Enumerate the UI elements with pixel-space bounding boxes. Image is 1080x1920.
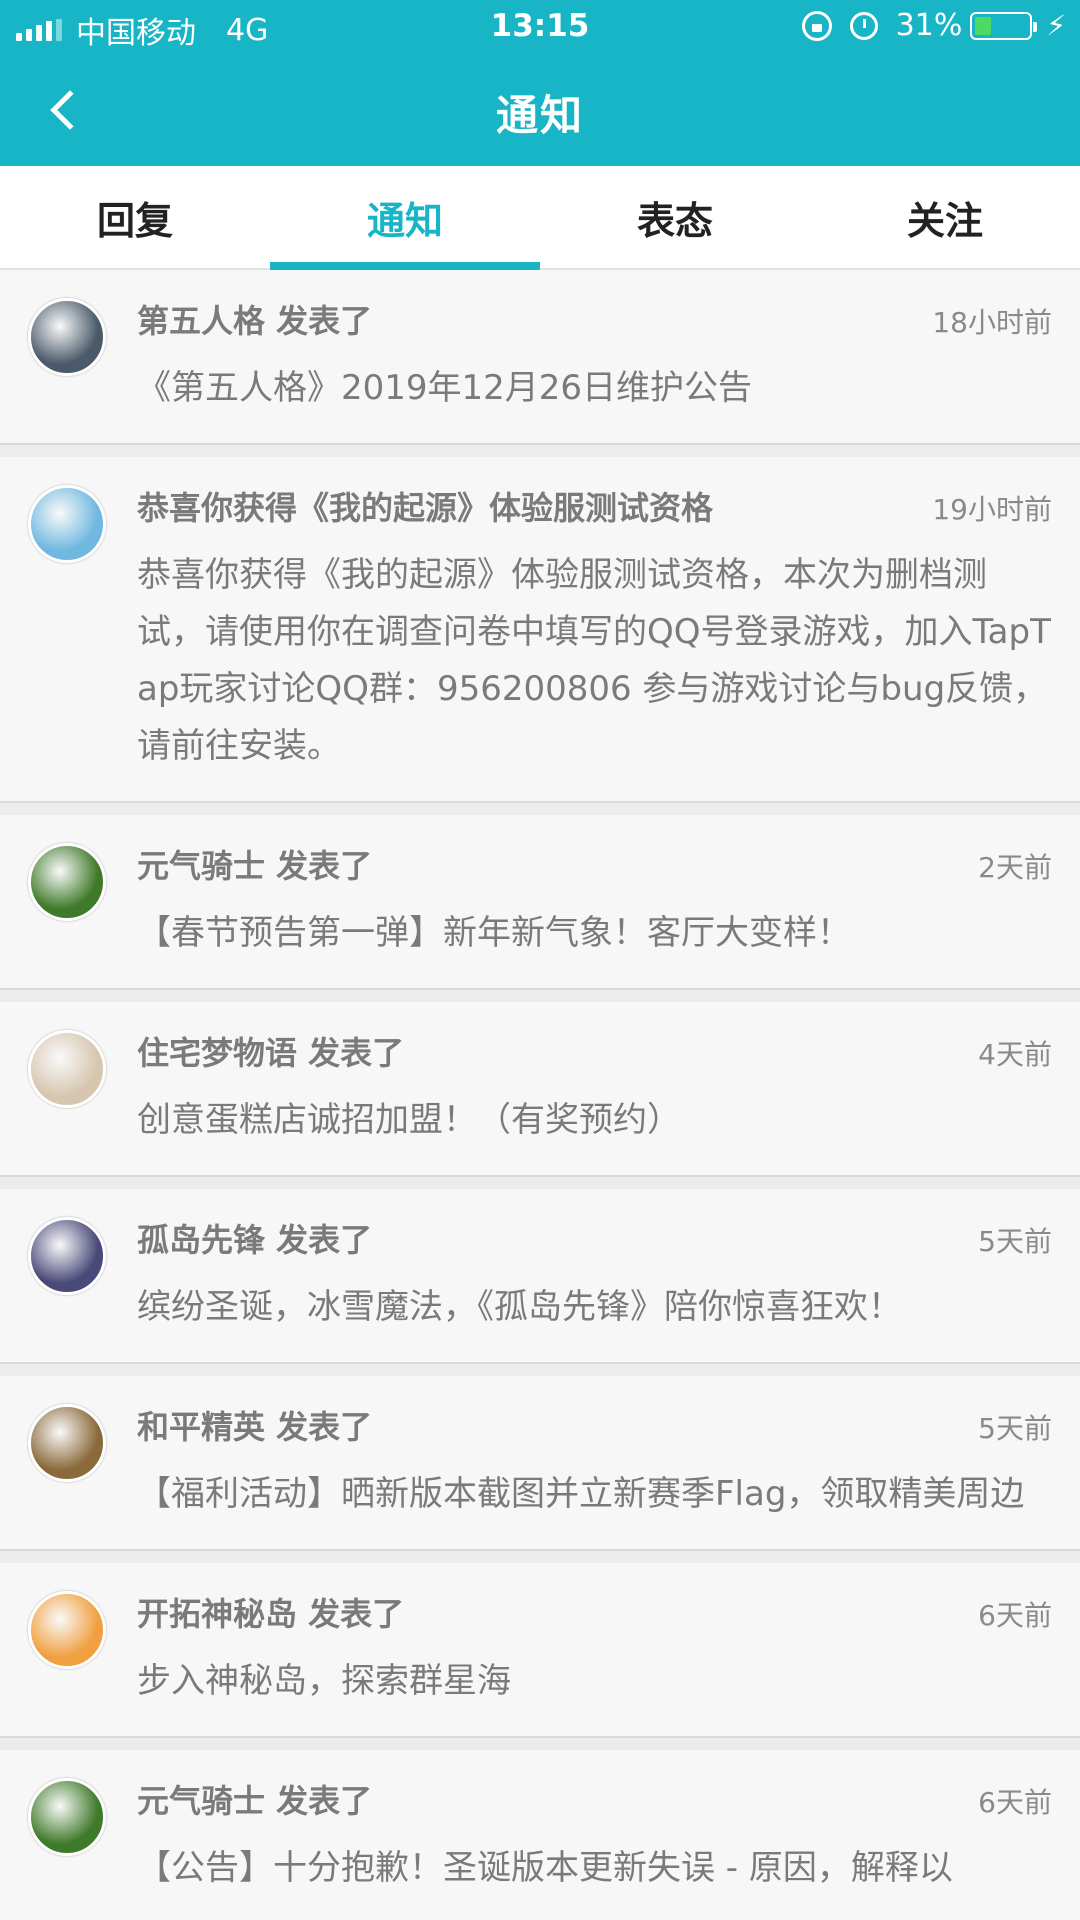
- avatar[interactable]: [28, 1591, 106, 1669]
- notification-header: 开拓神秘岛 发表了 6天前: [137, 1589, 1052, 1635]
- status-bar: 中国移动 4G 13:15 31% ⚡: [0, 0, 1080, 54]
- battery-percent: 31%: [895, 8, 963, 43]
- tab-bar: 回复 通知 表态 关注: [0, 166, 1080, 270]
- notification-title: 孤岛先锋 发表了: [137, 1221, 373, 1259]
- notification-header: 第五人格 发表了 18小时前: [137, 296, 1052, 342]
- notification-body: 步入神秘岛，探索群星海: [137, 1661, 511, 1701]
- notification-title: 住宅梦物语 发表了: [137, 1034, 405, 1072]
- notification-item[interactable]: 和平精英 发表了 5天前【福利活动】晒新版本截图并立新赛季Flag，领取精美周边: [0, 1376, 1080, 1551]
- tab-reactions[interactable]: 表态: [540, 166, 810, 268]
- notification-body: 【福利活动】晒新版本截图并立新赛季Flag，领取精美周边: [137, 1474, 1025, 1514]
- notification-time: 2天前: [978, 851, 1052, 884]
- orientation-lock-icon: [801, 10, 832, 41]
- tab-notifications[interactable]: 通知: [270, 166, 540, 270]
- avatar[interactable]: [28, 1778, 106, 1856]
- notification-header: 和平精英 发表了 5天前: [137, 1402, 1052, 1448]
- notification-time: 5天前: [978, 1225, 1052, 1258]
- notification-body: 《第五人格》2019年12月26日维护公告: [137, 368, 753, 408]
- notification-time: 4天前: [978, 1038, 1052, 1071]
- notification-item[interactable]: 元气骑士 发表了 2天前【春节预告第一弹】新年新气象！客厅大变样！: [0, 815, 1080, 990]
- avatar[interactable]: [28, 1404, 106, 1482]
- tab-following[interactable]: 关注: [810, 166, 1080, 268]
- page-title: 通知: [495, 91, 584, 140]
- avatar[interactable]: [28, 1030, 106, 1108]
- status-right: 31% ⚡: [801, 8, 1066, 43]
- avatar[interactable]: [28, 485, 106, 563]
- notification-item[interactable]: 孤岛先锋 发表了 5天前缤纷圣诞，冰雪魔法，《孤岛先锋》陪你惊喜狂欢！: [0, 1189, 1080, 1364]
- notification-time: 6天前: [978, 1786, 1052, 1819]
- notification-title: 元气骑士 发表了: [137, 847, 373, 885]
- notification-header: 孤岛先锋 发表了 5天前: [137, 1215, 1052, 1261]
- notification-body: 【公告】十分抱歉！圣诞版本更新失误 - 原因，解释以: [137, 1848, 953, 1888]
- notification-item[interactable]: 元气骑士 发表了 6天前 【公告】十分抱歉！圣诞版本更新失误 - 原因，解释以: [0, 1750, 1080, 1920]
- avatar[interactable]: [28, 843, 106, 921]
- notification-header: 元气骑士 发表了 2天前: [137, 841, 1052, 887]
- notification-item[interactable]: 第五人格 发表了 18小时前《第五人格》2019年12月26日维护公告: [0, 270, 1080, 445]
- notification-title: 元气骑士 发表了: [137, 1782, 373, 1820]
- notification-time: 6天前: [978, 1599, 1052, 1632]
- battery-icon: [970, 11, 1038, 40]
- notification-item[interactable]: 恭喜你获得《我的起源》体验服测试资格 19小时前 恭喜你获得《我的起源》体验服测试资…: [0, 457, 1080, 803]
- notification-body: 缤纷圣诞，冰雪魔法，《孤岛先锋》陪你惊喜狂欢！: [137, 1287, 902, 1327]
- avatar[interactable]: [28, 298, 106, 376]
- notification-header: 元气骑士 发表了 6天前: [137, 1776, 1052, 1822]
- notification-time: 19小时前: [932, 493, 1052, 526]
- notification-title: 第五人格 发表了: [137, 302, 373, 340]
- alarm-icon: [849, 11, 878, 40]
- notification-time: 5天前: [978, 1412, 1052, 1445]
- notification-list: 第五人格 发表了 18小时前 《第五人格》2019年12月26日维护公告 恭喜你获得《…: [0, 270, 1080, 1920]
- notification-body: 【春节预告第一弹】新年新气象！客厅大变样！: [137, 913, 851, 953]
- app-header: 中国移动 4G 13:15 31% ⚡ 通知: [0, 0, 1080, 166]
- avatar[interactable]: [28, 1217, 106, 1295]
- notification-body: 恭喜你获得《我的起源》体验服测试资格，本次为删档测试，请使用你在调查问卷中填写的…: [137, 555, 1051, 766]
- notification-header: 恭喜你获得《我的起源》体验服测试资格 19小时前: [137, 483, 1052, 529]
- notification-title: 恭喜你获得《我的起源》体验服测试资格: [137, 489, 714, 527]
- charging-icon: ⚡: [1046, 9, 1066, 42]
- notification-body: 创意蛋糕店诚招加盟！（有奖预约）: [137, 1100, 681, 1140]
- notification-header: 住宅梦物语 发表了 4天前: [137, 1028, 1052, 1074]
- notification-item[interactable]: 住宅梦物语 发表了 4天前创意蛋糕店诚招加盟！（有奖预约）: [0, 1002, 1080, 1177]
- notification-title: 开拓神秘岛 发表了: [137, 1595, 405, 1633]
- notification-title: 和平精英 发表了: [137, 1408, 373, 1446]
- tab-replies[interactable]: 回复: [0, 166, 270, 268]
- notification-item[interactable]: 开拓神秘岛 发表了 6天前步入神秘岛，探索群星海: [0, 1563, 1080, 1738]
- notification-time: 18小时前: [932, 306, 1052, 339]
